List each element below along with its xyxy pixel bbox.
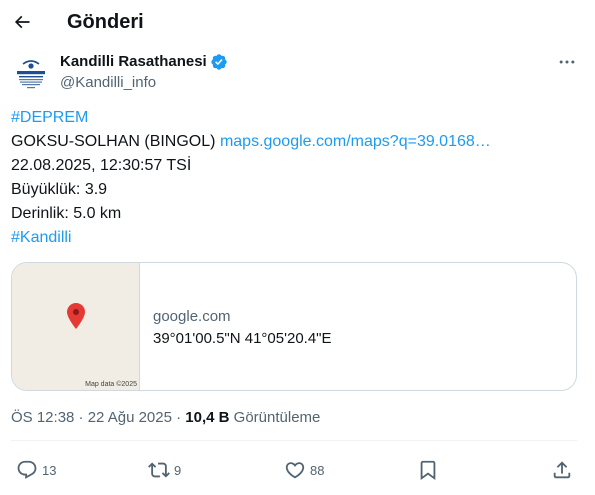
page-title: Gönderi [67,11,144,33]
back-button[interactable] [10,10,34,34]
repost-button[interactable]: 9 [148,458,181,482]
author-handle[interactable]: @Kandilli_info [60,73,228,93]
card-domain: google.com [153,308,231,325]
card-coordinates: 39°01'00.5"N 41°05'20.4"E [153,330,332,347]
views-count: 10,4 B [185,409,230,426]
more-options-button[interactable] [555,52,579,72]
map-pin-icon [67,303,85,329]
bookmark-icon [420,460,436,481]
location-text: GOKSU-SOLHAN (BINGOL) [11,133,216,150]
views-label: Görüntüleme [229,409,321,426]
tweet-meta: ÖS 12:38 · 22 Ağu 2025 · 10,4 B Görüntül… [11,408,320,428]
author-name[interactable]: Kandilli Rasathanesi [60,52,207,72]
magnitude-text: Büyüklük: 3.9 [11,181,108,198]
reply-icon [17,460,37,479]
repost-icon [148,462,170,478]
more-horizontal-icon [559,60,575,64]
divider [11,440,577,441]
action-bar: 13 9 88 [0,458,595,482]
like-count: 88 [310,462,325,478]
arrow-left-icon [14,15,30,29]
share-icon [553,461,571,479]
datetime-text: 22.08.2025, 12:30:57 TSİ [11,157,192,174]
author-info: Kandilli Rasathanesi @Kandilli_info [60,52,228,93]
hashtag-kandilli[interactable]: #Kandilli [11,229,71,246]
share-button[interactable] [551,458,573,482]
depth-text: Derinlik: 5.0 km [11,205,122,222]
reply-button[interactable]: 13 [16,458,56,482]
reply-count: 13 [42,462,57,478]
kandilli-logo-icon [11,54,51,94]
avatar[interactable] [11,54,51,94]
top-bar: Gönderi [0,0,595,44]
bookmark-button[interactable] [417,458,439,482]
repost-count: 9 [174,462,182,478]
link-preview-card[interactable]: Map data ©2025 google.com 39°01'00.5"N 4… [11,262,577,391]
like-button[interactable]: 88 [284,458,324,482]
maps-link[interactable]: maps.google.com/maps?q=39.0168… [220,133,491,150]
map-credit: Map data ©2025 [85,381,137,388]
hashtag-deprem[interactable]: #DEPREM [11,109,88,126]
map-thumbnail: Map data ©2025 [12,263,140,390]
heart-icon [285,462,305,479]
verified-badge-icon [211,54,227,70]
tweet-text: #DEPREM GOKSU-SOLHAN (BINGOL) maps.googl… [11,106,571,250]
post-timestamp[interactable]: ÖS 12:38 · 22 Ağu 2025 · [11,409,185,426]
